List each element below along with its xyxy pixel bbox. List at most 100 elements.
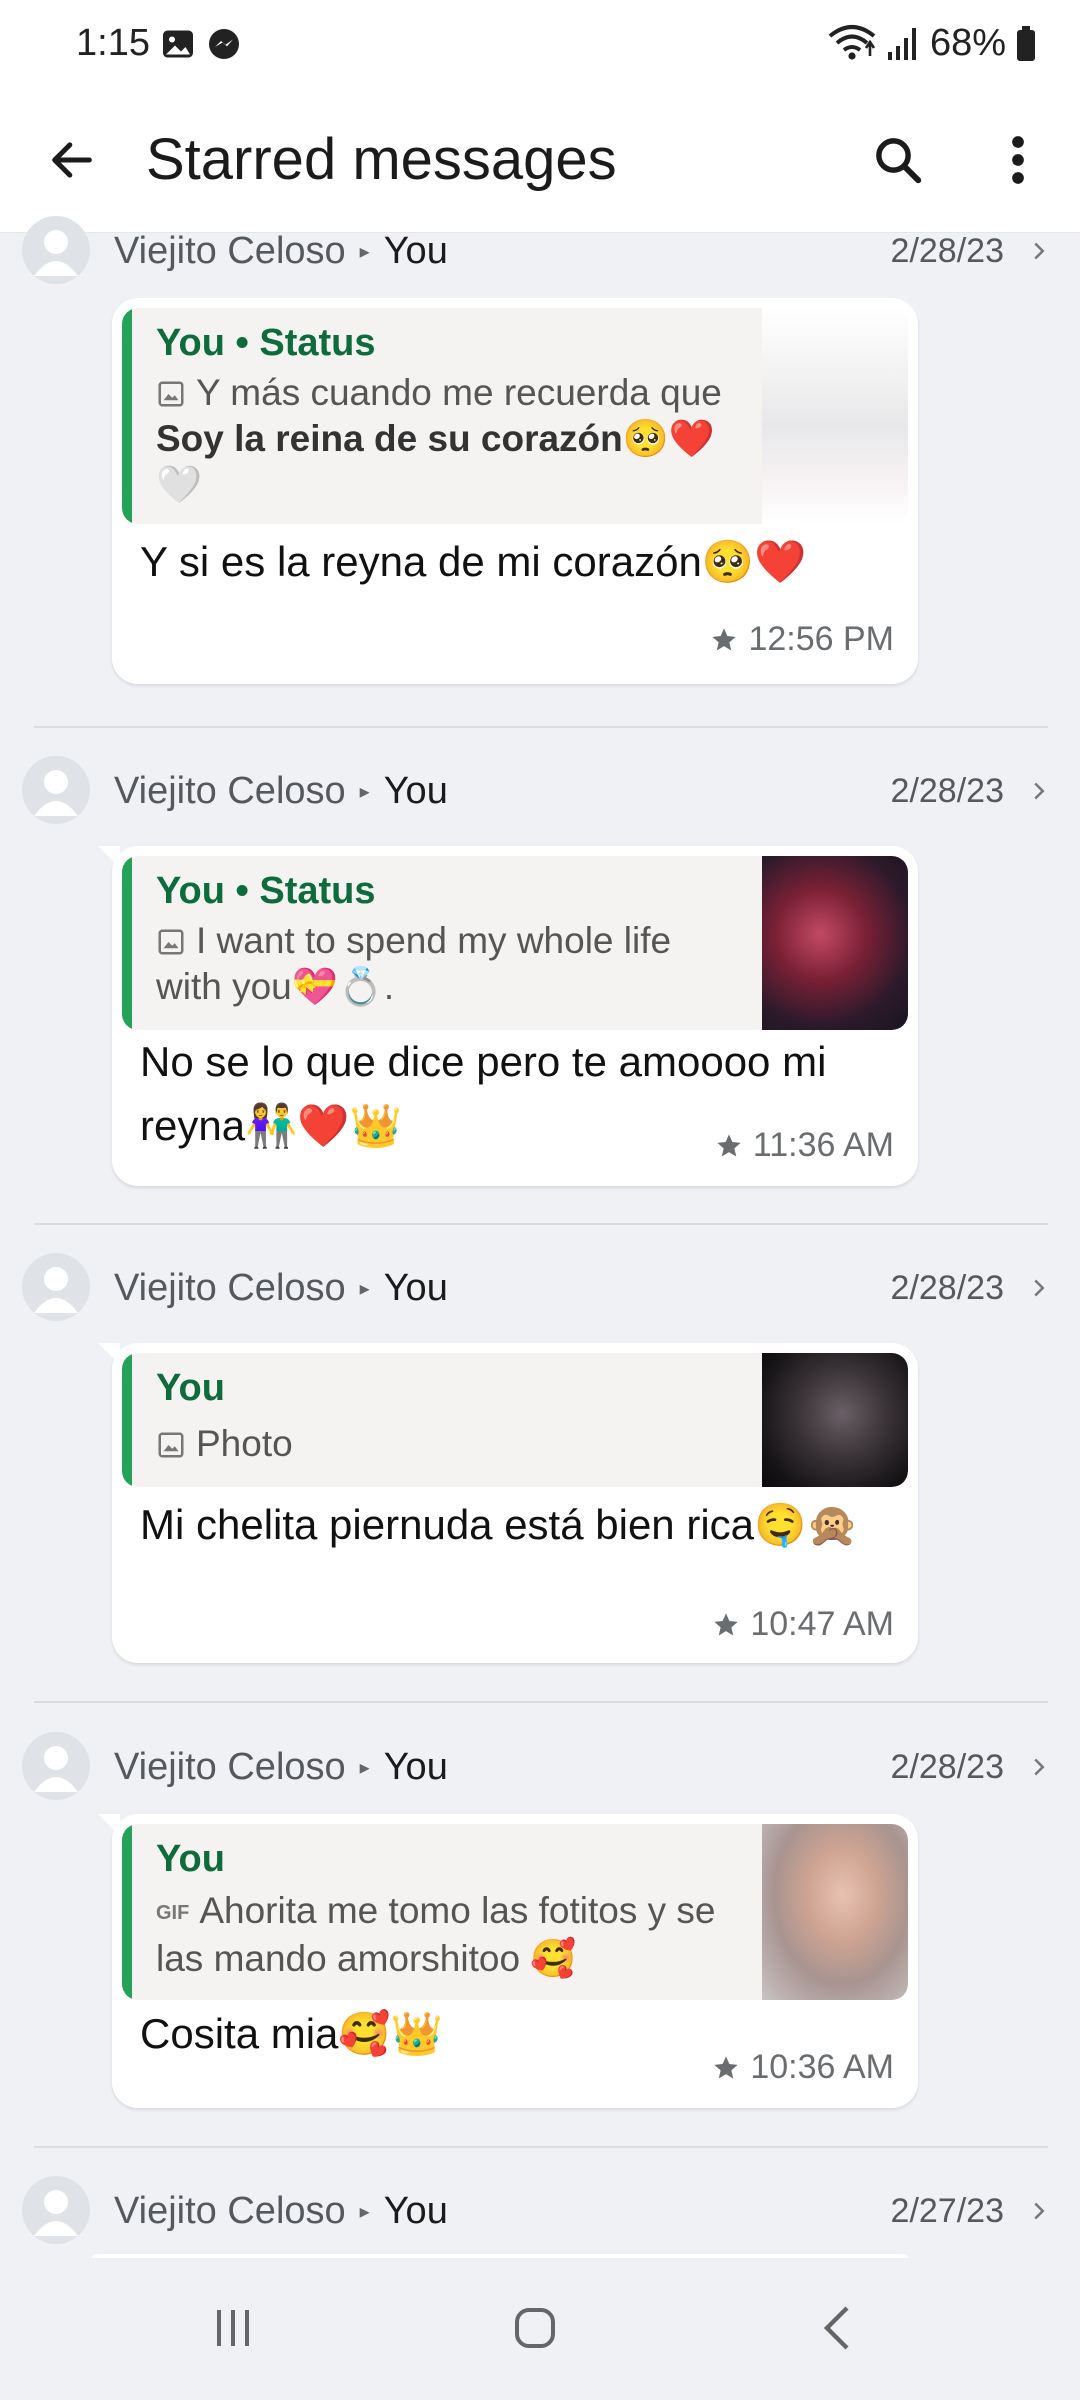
message-date: 2/28/23 bbox=[890, 232, 1004, 270]
quote-text: Y más cuando me recuerda que Soy la rein… bbox=[156, 370, 726, 508]
star-icon bbox=[717, 1133, 741, 1156]
image-icon bbox=[158, 1432, 184, 1458]
message-bubble[interactable]: You GIF Ahorita me tomo las fotitos y se … bbox=[98, 1814, 918, 2108]
message-timestamp: 10:36 AM bbox=[712, 2048, 894, 2087]
divider bbox=[34, 2146, 1048, 2148]
starred-message-item[interactable]: Viejito Celoso ▸ You 2/28/23 You Photo M… bbox=[0, 1253, 1080, 1723]
default-avatar-icon bbox=[34, 1267, 78, 1313]
message-bubble[interactable]: You • Status Y más cuando me recuerda qu… bbox=[112, 298, 918, 684]
avatar[interactable] bbox=[22, 216, 90, 284]
arrow-right-icon: ▸ bbox=[359, 1278, 370, 1300]
divider bbox=[34, 726, 1048, 728]
quote-text-content: I want to spend my whole life with you💝💍… bbox=[156, 920, 672, 1007]
recents-icon bbox=[217, 2310, 249, 2346]
gif-icon: GIF bbox=[156, 1902, 190, 1924]
recipient-name: You bbox=[383, 1267, 448, 1309]
image-icon bbox=[158, 929, 184, 955]
starred-message-item[interactable]: Viejito Celoso ▸ You 2/28/23 You GIF Ahor… bbox=[0, 1732, 1080, 2172]
sender-name: Viejito Celoso bbox=[114, 230, 346, 272]
quote-author: You bbox=[156, 1367, 225, 1409]
quote-accent-bar bbox=[122, 308, 132, 524]
quoted-status[interactable]: You • Status I want to spend my whole li… bbox=[122, 856, 908, 1030]
divider bbox=[34, 1701, 1048, 1703]
quote-text-part: Y más cuando me recuerda que bbox=[196, 372, 722, 413]
wifi-icon bbox=[828, 24, 876, 60]
sender-name: Viejito Celoso bbox=[114, 2190, 346, 2232]
message-text: Mi chelita piernuda está bien rica🤤🙊 bbox=[140, 1501, 859, 1548]
image-icon bbox=[158, 381, 184, 407]
message-bubble[interactable]: You • Status I want to spend my whole li… bbox=[98, 846, 918, 1186]
signal-icon bbox=[887, 27, 916, 60]
star-icon bbox=[714, 1612, 739, 1635]
chevron-left-icon bbox=[823, 2306, 849, 2350]
message-timestamp: 11:36 AM bbox=[715, 1126, 894, 1165]
message-date: 2/28/23 bbox=[890, 1748, 1004, 1786]
chevron-right-icon[interactable] bbox=[1024, 776, 1054, 806]
star-icon bbox=[714, 2055, 739, 2078]
status-thumbnail[interactable] bbox=[762, 856, 908, 1030]
message-time: 11:36 AM bbox=[752, 1126, 894, 1164]
starred-message-item[interactable]: Viejito Celoso ▸ You 2/28/23 You • Statu… bbox=[0, 216, 1080, 730]
avatar[interactable] bbox=[22, 756, 90, 824]
status-thumbnail[interactable] bbox=[762, 308, 908, 524]
quote-text-content: Photo bbox=[196, 1423, 293, 1464]
quote-author: You bbox=[156, 1838, 225, 1880]
page-title: Starred messages bbox=[146, 127, 617, 192]
quoted-gif[interactable]: You GIF Ahorita me tomo las fotitos y se … bbox=[122, 1824, 908, 2000]
bubble-tail bbox=[98, 846, 120, 868]
message-timestamp: 12:56 PM bbox=[710, 620, 894, 659]
quote-text-content: Ahorita me tomo las fotitos y se las man… bbox=[156, 1890, 716, 1979]
starred-message-item[interactable]: Viejito Celoso ▸ You 2/28/23 You • Statu… bbox=[0, 756, 1080, 1226]
battery-percent: 68% bbox=[929, 22, 1006, 64]
default-avatar-icon bbox=[34, 2190, 78, 2236]
default-avatar-icon bbox=[34, 230, 78, 276]
chevron-right-icon[interactable] bbox=[1024, 1752, 1054, 1782]
gif-thumbnail[interactable] bbox=[762, 1824, 908, 2000]
chevron-right-icon[interactable] bbox=[1024, 2196, 1054, 2226]
quote-author: You • Status bbox=[156, 322, 376, 364]
quote-accent-bar bbox=[122, 1353, 132, 1487]
message-date: 2/28/23 bbox=[890, 772, 1004, 810]
quoted-status[interactable]: You • Status Y más cuando me recuerda qu… bbox=[122, 308, 908, 524]
back-button[interactable] bbox=[34, 122, 110, 198]
message-bubble[interactable]: You Photo Mi chelita piernuda está bien … bbox=[98, 1343, 918, 1663]
status-time: 1:15 bbox=[76, 22, 150, 64]
quote-accent-bar bbox=[122, 1824, 132, 2000]
chevron-right-icon[interactable] bbox=[1024, 236, 1054, 266]
recipient-name: You bbox=[383, 2190, 448, 2232]
quote-author: You • Status bbox=[156, 870, 376, 912]
home-icon bbox=[515, 2308, 555, 2348]
message-time: 12:56 PM bbox=[748, 620, 894, 658]
message-timestamp: 10:47 AM bbox=[712, 1605, 894, 1644]
app-bar: Starred messages bbox=[0, 88, 1080, 233]
status-bar: 1:15 68% bbox=[0, 0, 1080, 88]
arrow-right-icon: ▸ bbox=[359, 781, 370, 803]
battery-icon bbox=[1017, 25, 1035, 61]
chevron-right-icon[interactable] bbox=[1024, 1273, 1054, 1303]
search-button[interactable] bbox=[860, 122, 936, 198]
photo-thumbnail[interactable] bbox=[762, 1353, 908, 1487]
sender-name: Viejito Celoso bbox=[114, 770, 346, 812]
more-options-button[interactable] bbox=[980, 122, 1056, 198]
avatar[interactable] bbox=[22, 1253, 90, 1321]
message-time: 10:36 AM bbox=[750, 2048, 894, 2086]
bubble-tail bbox=[98, 1343, 120, 1365]
system-back-button[interactable] bbox=[792, 2288, 882, 2368]
message-date: 2/28/23 bbox=[890, 1269, 1004, 1307]
sender-name: Viejito Celoso bbox=[114, 1746, 346, 1788]
avatar[interactable] bbox=[22, 2176, 90, 2244]
status-indicators: 68% bbox=[828, 22, 1036, 65]
recipient-name: You bbox=[383, 770, 448, 812]
recents-button[interactable] bbox=[188, 2288, 278, 2368]
message-date: 2/27/23 bbox=[890, 2192, 1004, 2230]
messenger-notification-icon bbox=[209, 29, 239, 59]
home-button[interactable] bbox=[490, 2288, 580, 2368]
gallery-notification-icon bbox=[163, 30, 193, 58]
more-vert-icon bbox=[1012, 136, 1024, 184]
quoted-photo[interactable]: You Photo bbox=[122, 1353, 908, 1487]
starred-message-item[interactable]: Viejito Celoso ▸ You 2/27/23 bbox=[0, 2176, 1080, 2258]
search-icon bbox=[876, 138, 922, 184]
avatar[interactable] bbox=[22, 1732, 90, 1800]
quote-accent-bar bbox=[122, 856, 132, 1030]
recipient-name: You bbox=[383, 1746, 448, 1788]
